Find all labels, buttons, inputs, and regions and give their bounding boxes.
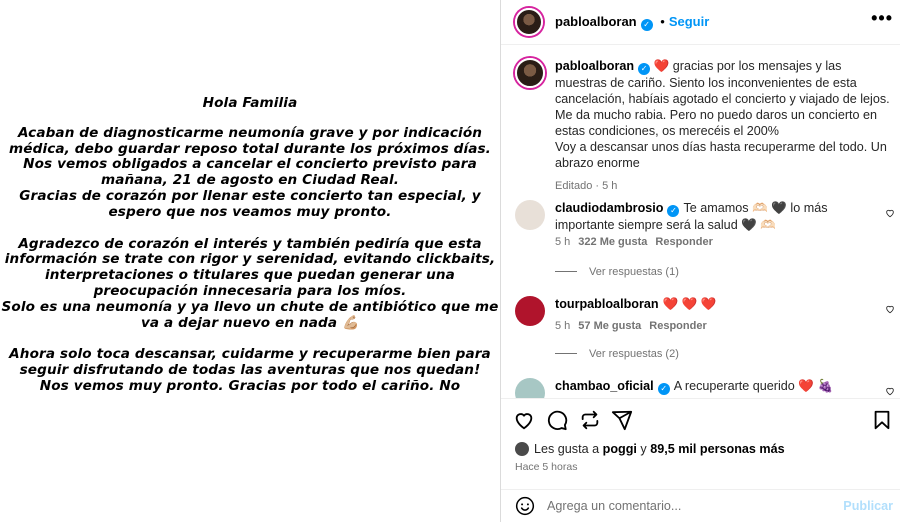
avatar[interactable] (515, 378, 545, 398)
separator: • (660, 14, 665, 29)
story-line: información se trate con rigor y serenid… (4, 251, 496, 268)
comment-likes[interactable]: 57 Me gusta (578, 320, 641, 332)
caption-text: pabloalboran ✓ ❤️ gracias por los mensaje… (555, 58, 893, 171)
avatar[interactable] (515, 296, 545, 326)
comment-actions: 5 h 57 Me gusta Responder (555, 320, 715, 332)
comments-scroll-area[interactable]: pabloalboran ✓ ❤️ gracias por los mensaje… (501, 46, 900, 398)
repost-icon[interactable] (579, 409, 601, 431)
verified-icon: ✓ (638, 63, 651, 75)
post-header: pabloalboran ✓ • Seguir ••• (501, 0, 900, 45)
story-line: Nos vemos obligados a cancelar el concie… (23, 156, 477, 173)
story-line: seguir disfrutando de todas las aventura… (19, 362, 481, 379)
avatar (515, 442, 529, 456)
heart-icon[interactable] (885, 208, 895, 218)
comment-text: A recuperarte querido ❤️ 🍇 (673, 379, 834, 393)
story-line: preocupación innecesaria para los míos. (93, 282, 407, 299)
avatar[interactable] (515, 200, 545, 230)
post-action-bar (501, 398, 900, 438)
story-text: Hola Familia Acaban de diagnosticarme ne… (0, 95, 500, 411)
story-line: Ahora solo toca descansar, cuidarme y re… (9, 346, 491, 363)
comment-composer: Publicar (501, 489, 900, 522)
avatar[interactable] (515, 8, 543, 36)
comment-time: 5 h (555, 236, 571, 248)
caption-username[interactable]: pabloalboran (555, 59, 634, 73)
header-username[interactable]: pabloalboran ✓ • Seguir (555, 14, 709, 31)
story-line: espero que nos veamos muy pronto. (108, 203, 392, 220)
likes-summary[interactable]: Les gusta a poggi y 89,5 mil personas má… (515, 442, 785, 456)
post-timestamp[interactable]: Hace 5 horas (515, 461, 577, 473)
story-line: médica, debo guardar reposo total durant… (9, 140, 491, 157)
reply-button[interactable]: Responder (655, 236, 712, 248)
emoji-icon[interactable] (515, 496, 535, 516)
verified-icon: ✓ (640, 19, 653, 31)
post-media: Hola Familia Acaban de diagnosticarme ne… (0, 0, 500, 522)
verified-icon: ✓ (657, 383, 670, 395)
heart-icon[interactable] (513, 409, 535, 431)
comment-time: 5 h (555, 320, 571, 332)
story-line: Solo es una neumonía y ya llevo un chute… (1, 298, 499, 315)
verified-icon: ✓ (667, 205, 680, 217)
post-side-panel: pabloalboran ✓ • Seguir ••• pabloalboran ✓ … (500, 0, 900, 522)
avatar[interactable] (515, 58, 545, 88)
comment-input[interactable] (547, 496, 837, 516)
follow-button[interactable]: Seguir (669, 14, 709, 29)
comment-text: ❤️ ❤️ ❤️ (662, 297, 717, 311)
comment-username[interactable]: claudiodambrosio (555, 201, 663, 215)
heart-icon[interactable] (885, 386, 895, 396)
caption-body-2: Voy a descansar unos días hasta recupera… (555, 140, 887, 170)
story-line: interpretaciones o titulares que puedan … (45, 267, 455, 284)
view-replies[interactable]: Ver respuestas (2) (555, 348, 679, 360)
story-line: mañana, 21 de agosto en Ciudad Real. (100, 172, 400, 189)
heart-icon[interactable] (885, 304, 895, 314)
comment-body: claudiodambrosio ✓ Te amamos 🫶🏻 🖤 lo más i… (555, 200, 875, 233)
comment-body: tourpabloalboran ❤️ ❤️ ❤️ (555, 296, 875, 312)
story-greeting: Hola Familia (202, 95, 298, 111)
story-line: Acaban de diagnosticarme neumonía grave … (17, 124, 483, 141)
story-line: va a dejar nuevo en nada 💪🏼 (140, 314, 360, 331)
share-icon[interactable] (611, 409, 633, 431)
publish-button[interactable]: Publicar (843, 499, 893, 513)
story-line: Gracias de corazón por llenar este conci… (19, 187, 481, 204)
caption-meta: Editado · 5 h (555, 180, 618, 192)
view-replies[interactable]: Ver respuestas (1) (555, 266, 679, 278)
heart-emoji: ❤️ (653, 59, 670, 73)
comment-likes[interactable]: 322 Me gusta (578, 236, 647, 248)
comment-username[interactable]: tourpabloalboran (555, 297, 659, 311)
bookmark-icon[interactable] (871, 409, 893, 431)
reply-button[interactable]: Responder (649, 320, 706, 332)
more-options-button[interactable]: ••• (871, 8, 893, 29)
comment-icon[interactable] (546, 409, 568, 431)
story-line: Nos vemos muy pronto. Gracias por todo e… (39, 377, 461, 394)
story-line: Agradezco de corazón el interés y tambié… (18, 235, 482, 252)
comment-actions: 5 h 322 Me gusta Responder (555, 236, 721, 248)
comment-body: chambao_oficial ✓ A recuperarte querido ❤️… (555, 378, 875, 395)
comment-username[interactable]: chambao_oficial (555, 379, 654, 393)
